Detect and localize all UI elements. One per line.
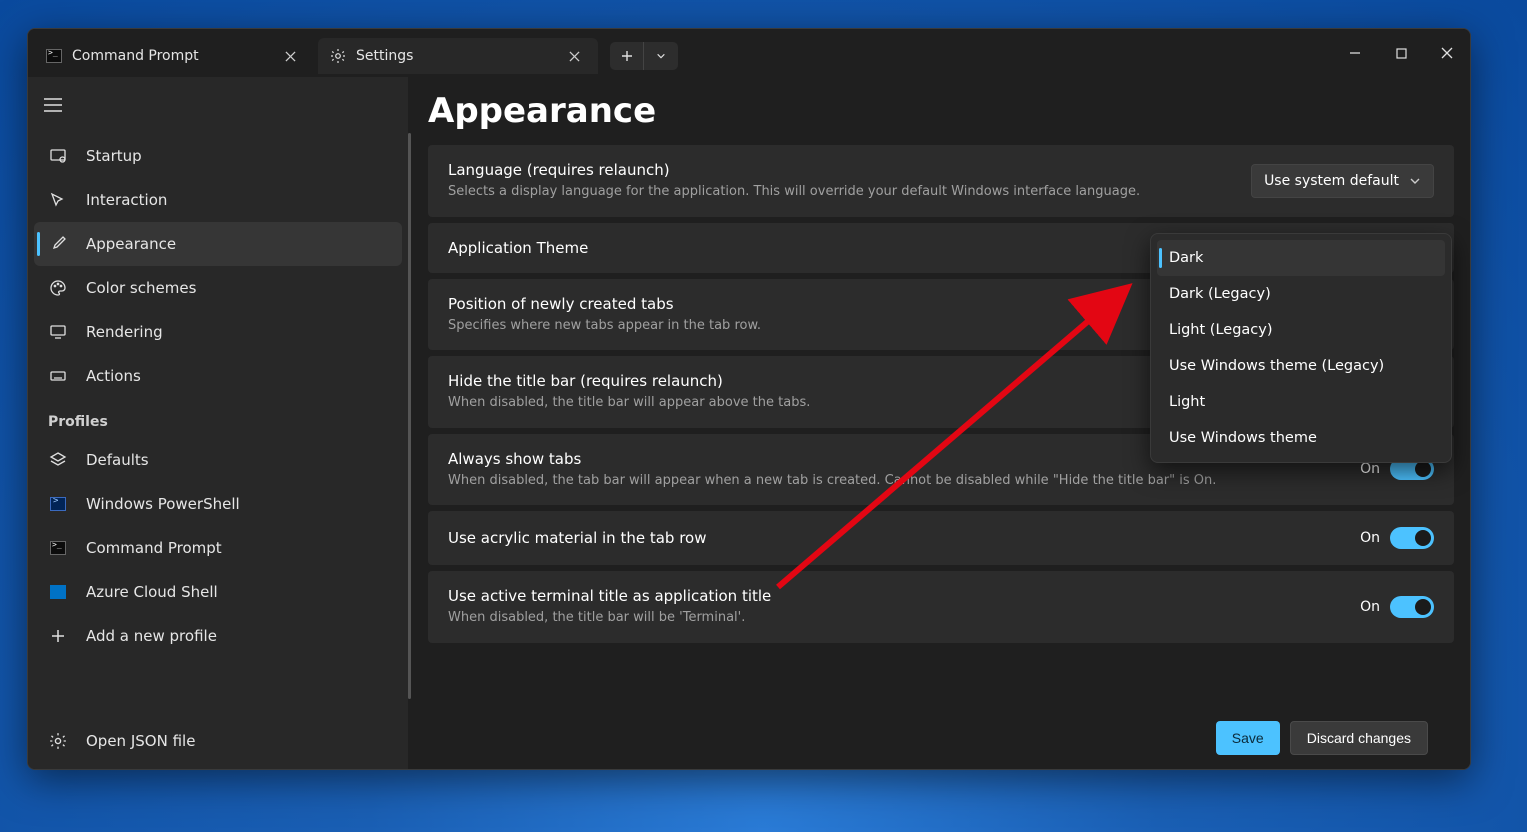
option-label: Light (Legacy) bbox=[1169, 322, 1273, 338]
chevron-down-icon bbox=[1409, 175, 1421, 187]
new-tab-dropdown-button[interactable] bbox=[644, 42, 678, 70]
sidebar-profile-defaults[interactable]: Defaults bbox=[34, 438, 402, 482]
azure-icon bbox=[48, 582, 68, 602]
save-button[interactable]: Save bbox=[1216, 721, 1280, 755]
setting-title: Use acrylic material in the tab row bbox=[448, 529, 1344, 547]
sidebar-item-label: Appearance bbox=[86, 235, 176, 253]
sidebar-item-label: Open JSON file bbox=[86, 732, 195, 750]
palette-icon bbox=[48, 278, 68, 298]
title-bar: Command Prompt Settings bbox=[28, 29, 1470, 77]
close-tab-button[interactable] bbox=[562, 44, 586, 68]
sidebar-item-label: Command Prompt bbox=[86, 539, 222, 557]
profiles-header: Profiles bbox=[34, 398, 402, 438]
setting-active-title[interactable]: Use active terminal title as application… bbox=[428, 571, 1454, 643]
sidebar-item-actions[interactable]: Actions bbox=[34, 354, 402, 398]
sidebar-item-label: Rendering bbox=[86, 323, 163, 341]
brush-icon bbox=[48, 234, 68, 254]
monitor-icon bbox=[48, 322, 68, 342]
acrylic-toggle[interactable] bbox=[1390, 527, 1434, 549]
option-label: Use Windows theme (Legacy) bbox=[1169, 358, 1384, 374]
toggle-label: On bbox=[1360, 461, 1380, 477]
sidebar-item-rendering[interactable]: Rendering bbox=[34, 310, 402, 354]
toggle-label: On bbox=[1360, 599, 1380, 615]
setting-desc: When disabled, the tab bar will appear w… bbox=[448, 472, 1344, 490]
cmd-icon bbox=[46, 48, 62, 64]
sidebar-item-label: Azure Cloud Shell bbox=[86, 583, 218, 601]
theme-option-windows[interactable]: Use Windows theme bbox=[1157, 420, 1445, 456]
new-tab-group bbox=[610, 42, 678, 70]
setting-title: Use active terminal title as application… bbox=[448, 587, 1344, 605]
cursor-icon bbox=[48, 190, 68, 210]
option-label: Light bbox=[1169, 394, 1205, 410]
sidebar-add-profile[interactable]: Add a new profile bbox=[34, 614, 402, 658]
window-body: Startup Interaction Appearance Color sch… bbox=[28, 77, 1470, 769]
close-tab-button[interactable] bbox=[278, 44, 302, 68]
powershell-icon bbox=[48, 494, 68, 514]
sidebar-profile-powershell[interactable]: Windows PowerShell bbox=[34, 482, 402, 526]
footer: Save Discard changes bbox=[428, 707, 1454, 769]
terminal-settings-window: Command Prompt Settings bbox=[27, 28, 1471, 770]
gear-icon bbox=[330, 48, 346, 64]
option-label: Use Windows theme bbox=[1169, 430, 1317, 446]
settings-sidebar: Startup Interaction Appearance Color sch… bbox=[28, 77, 408, 769]
sidebar-item-label: Color schemes bbox=[86, 279, 196, 297]
sidebar-item-label: Startup bbox=[86, 147, 142, 165]
theme-option-dark[interactable]: Dark bbox=[1157, 240, 1445, 276]
setting-desc: When disabled, the title bar will be 'Te… bbox=[448, 609, 1344, 627]
sidebar-item-appearance[interactable]: Appearance bbox=[34, 222, 402, 266]
setting-language[interactable]: Language (requires relaunch) Selects a d… bbox=[428, 145, 1454, 217]
hamburger-button[interactable] bbox=[34, 87, 402, 134]
theme-option-windows-legacy[interactable]: Use Windows theme (Legacy) bbox=[1157, 348, 1445, 384]
setting-desc: Selects a display language for the appli… bbox=[448, 183, 1235, 201]
theme-option-light-legacy[interactable]: Light (Legacy) bbox=[1157, 312, 1445, 348]
cmd-icon bbox=[48, 538, 68, 558]
sidebar-item-startup[interactable]: Startup bbox=[34, 134, 402, 178]
maximize-button[interactable] bbox=[1378, 32, 1424, 74]
tab-label: Command Prompt bbox=[72, 48, 199, 64]
page-title: Appearance bbox=[428, 91, 1454, 131]
main-pane: Appearance Language (requires relaunch) … bbox=[408, 77, 1470, 769]
combo-value: Use system default bbox=[1264, 173, 1399, 189]
scrollbar[interactable] bbox=[408, 133, 411, 699]
option-label: Dark bbox=[1169, 250, 1203, 266]
sidebar-item-interaction[interactable]: Interaction bbox=[34, 178, 402, 222]
tab-strip: Command Prompt Settings bbox=[28, 32, 1332, 74]
setting-title: Language (requires relaunch) bbox=[448, 161, 1235, 179]
sidebar-item-label: Add a new profile bbox=[86, 627, 217, 645]
sidebar-item-label: Windows PowerShell bbox=[86, 495, 240, 513]
tab-command-prompt[interactable]: Command Prompt bbox=[34, 38, 314, 74]
discard-button[interactable]: Discard changes bbox=[1290, 721, 1428, 755]
window-controls bbox=[1332, 32, 1470, 74]
option-label: Dark (Legacy) bbox=[1169, 286, 1271, 302]
language-combo[interactable]: Use system default bbox=[1251, 164, 1434, 198]
gear-icon bbox=[48, 731, 68, 751]
layers-icon bbox=[48, 450, 68, 470]
sidebar-item-label: Interaction bbox=[86, 191, 167, 209]
theme-option-light[interactable]: Light bbox=[1157, 384, 1445, 420]
keyboard-icon bbox=[48, 366, 68, 386]
active-title-toggle[interactable] bbox=[1390, 596, 1434, 618]
theme-option-dark-legacy[interactable]: Dark (Legacy) bbox=[1157, 276, 1445, 312]
minimize-button[interactable] bbox=[1332, 32, 1378, 74]
sidebar-item-color-schemes[interactable]: Color schemes bbox=[34, 266, 402, 310]
startup-icon bbox=[48, 146, 68, 166]
theme-dropdown: Dark Dark (Legacy) Light (Legacy) Use Wi… bbox=[1150, 233, 1452, 463]
tab-label: Settings bbox=[356, 48, 413, 64]
sidebar-profile-azure[interactable]: Azure Cloud Shell bbox=[34, 570, 402, 614]
tab-settings[interactable]: Settings bbox=[318, 38, 598, 74]
sidebar-profile-cmd[interactable]: Command Prompt bbox=[34, 526, 402, 570]
close-window-button[interactable] bbox=[1424, 32, 1470, 74]
plus-icon bbox=[48, 626, 68, 646]
toggle-label: On bbox=[1360, 530, 1380, 546]
sidebar-open-json[interactable]: Open JSON file bbox=[34, 719, 402, 763]
sidebar-item-label: Actions bbox=[86, 367, 141, 385]
new-tab-button[interactable] bbox=[610, 42, 644, 70]
setting-acrylic[interactable]: Use acrylic material in the tab row On bbox=[428, 511, 1454, 565]
sidebar-item-label: Defaults bbox=[86, 451, 149, 469]
